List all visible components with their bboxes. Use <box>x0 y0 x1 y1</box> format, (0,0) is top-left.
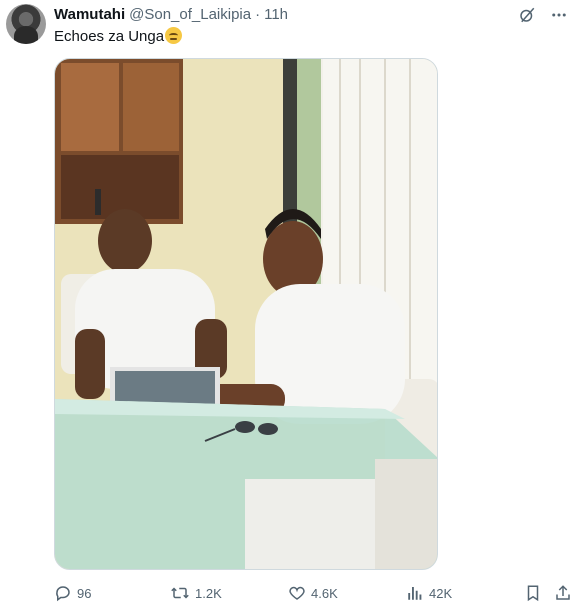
relieved-face-emoji-icon <box>165 27 183 44</box>
more-dots-icon[interactable] <box>548 4 570 26</box>
share-button[interactable] <box>554 582 572 604</box>
reply-bubble-icon <box>56 586 70 602</box>
author-handle[interactable]: @Son_of_Laikipia <box>129 6 251 23</box>
tweet-time[interactable]: 11h <box>264 6 288 23</box>
photo-image <box>55 59 437 569</box>
grok-icon[interactable] <box>516 4 538 26</box>
heart-icon <box>289 586 305 600</box>
separator-dot: · <box>255 5 261 23</box>
tweet-text-content: Echoes za Unga <box>54 28 165 45</box>
retweet-count: 1.2K <box>195 585 222 601</box>
reply-button[interactable]: 96 <box>54 582 91 604</box>
bookmark-icon <box>527 585 539 602</box>
like-count: 4.6K <box>311 585 338 601</box>
tweet-photo[interactable] <box>54 58 438 570</box>
tweet-actions: 96 1.2K 4.6K 42K <box>54 582 574 604</box>
retweet-icon <box>171 587 189 599</box>
avatar[interactable] <box>6 4 46 44</box>
like-button[interactable]: 4.6K <box>288 582 338 604</box>
retweet-button[interactable]: 1.2K <box>170 582 222 604</box>
views-button[interactable]: 42K <box>406 582 452 604</box>
reply-count: 96 <box>77 585 92 601</box>
tweet-header: Wamutahi @Son_of_Laikipia · 11h <box>54 4 288 24</box>
tweet-text: Echoes za Unga <box>54 27 183 47</box>
views-bars-icon <box>408 587 422 600</box>
author-name[interactable]: Wamutahi <box>54 6 125 23</box>
tweet-top-actions <box>516 4 570 26</box>
views-count: 42K <box>429 585 453 601</box>
tweet[interactable]: Wamutahi @Son_of_Laikipia · 11h Echoes z… <box>0 0 578 611</box>
bookmark-button[interactable] <box>524 582 542 604</box>
share-icon <box>556 585 570 600</box>
